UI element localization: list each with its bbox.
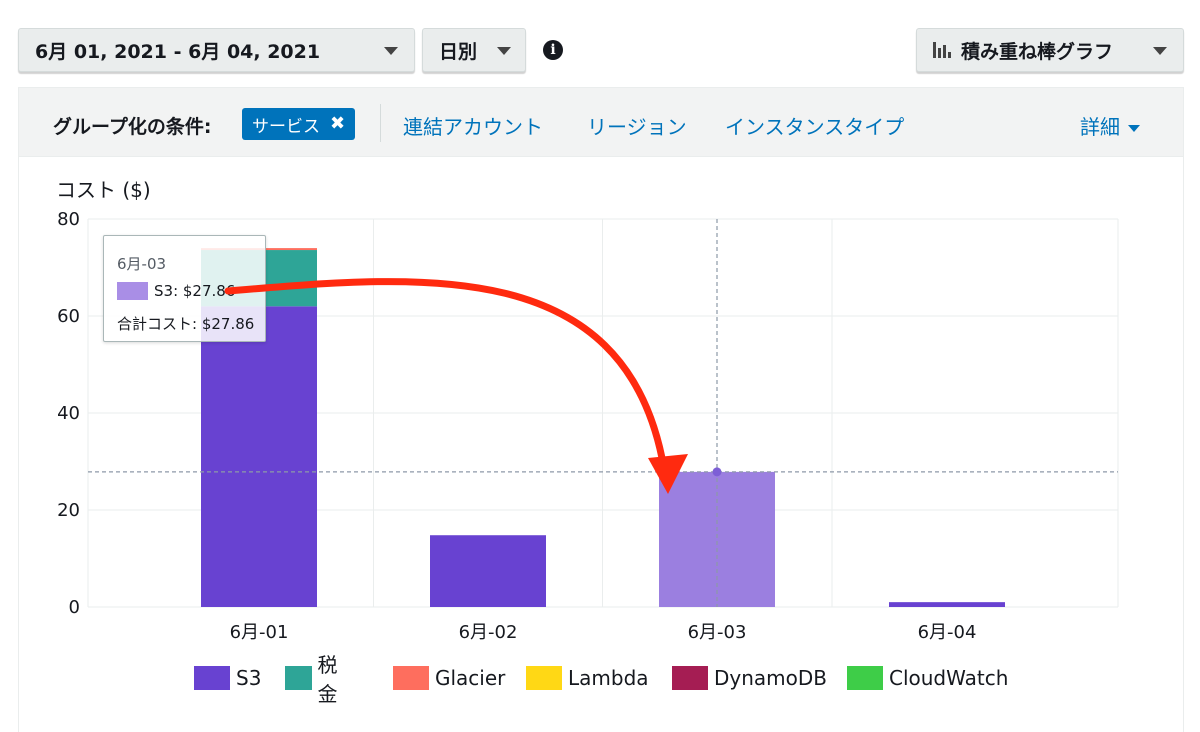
x-tick-label: 6月-02 <box>459 622 518 643</box>
y-tick-label: 60 <box>57 306 80 327</box>
legend-item[interactable]: DynamoDB <box>672 664 827 692</box>
bar-segment-s3-4[interactable] <box>889 602 1005 607</box>
legend-item[interactable]: CloudWatch <box>847 664 1008 692</box>
legend-swatch <box>847 666 883 690</box>
legend-swatch <box>194 666 230 690</box>
y-axis-title: コスト ($) <box>56 178 151 202</box>
bar-segment-s3-2[interactable] <box>430 535 546 607</box>
y-tick-label: 0 <box>69 597 80 618</box>
y-tick-label: 80 <box>57 209 80 230</box>
x-tick-label: 6月-04 <box>918 622 977 643</box>
legend-item[interactable]: Glacier <box>393 664 505 692</box>
bar-segment-s3-1[interactable] <box>201 306 317 607</box>
legend-swatch <box>672 666 708 690</box>
legend-label: CloudWatch <box>889 666 1009 690</box>
legend-label: Glacier <box>435 666 506 690</box>
y-tick-label: 40 <box>57 403 80 424</box>
tooltip-series-row: S3: $27.86 <box>117 282 235 300</box>
legend-swatch <box>526 666 562 690</box>
cost-bar-chart: 0 20 40 60 80 6月-01 6月-02 6月-03 6月-04 コスト ($) <box>56 178 1119 643</box>
legend-item[interactable]: Lambda <box>526 664 649 692</box>
tooltip-swatch <box>117 282 148 300</box>
chart-tooltip: 6月-03 S3: $27.86 合計コスト: $27.86 <box>103 235 266 342</box>
y-tick-label: 20 <box>57 500 80 521</box>
legend-swatch <box>393 666 429 690</box>
legend-label: 税金 <box>317 653 338 706</box>
x-tick-label: 6月-01 <box>230 622 289 643</box>
legend-label: DynamoDB <box>714 666 828 690</box>
tooltip-series-value: S3: $27.86 <box>154 282 236 300</box>
tooltip-date: 6月-03 <box>117 255 167 273</box>
x-tick-label: 6月-03 <box>688 622 747 643</box>
legend-item[interactable]: 税金 <box>285 653 347 706</box>
legend-label: Lambda <box>568 666 649 690</box>
legend-label: S3 <box>236 666 262 690</box>
legend-swatch <box>285 666 312 690</box>
hover-point <box>712 467 722 477</box>
legend-item[interactable]: S3 <box>194 664 261 692</box>
tooltip-total: 合計コスト: $27.86 <box>117 315 255 333</box>
